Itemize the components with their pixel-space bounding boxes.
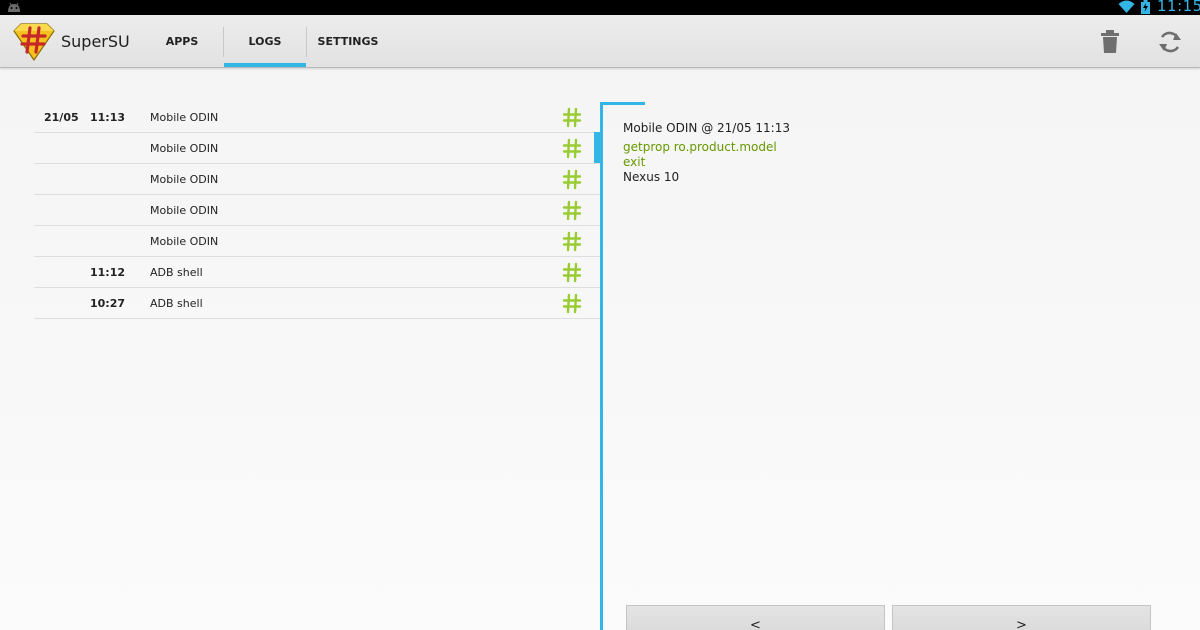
log-time: 11:13	[90, 111, 126, 124]
log-app-name: Mobile ODIN	[150, 235, 219, 248]
log-list: 21/05 11:13 Mobile ODIN Mobile ODIN Mobile O…	[34, 102, 600, 319]
log-row[interactable]: 10:27 ADB shell	[34, 288, 600, 319]
status-bar: 11:15	[0, 0, 1200, 15]
app-title: SuperSU	[61, 32, 130, 51]
superuser-hash-icon	[562, 293, 582, 314]
tab-settings-label: SETTINGS	[317, 35, 379, 48]
detail-command: getprop ro.product.model	[623, 140, 777, 154]
pane-divider-top	[600, 102, 645, 105]
supersu-logo-icon	[13, 23, 55, 61]
superuser-hash-icon	[562, 107, 582, 128]
log-detail: Mobile ODIN @ 21/05 11:13 getprop ro.pro…	[623, 120, 1163, 185]
log-app-name: Mobile ODIN	[150, 204, 219, 217]
log-row[interactable]: 21/05 11:13 Mobile ODIN	[34, 102, 600, 133]
log-app-name: Mobile ODIN	[150, 142, 219, 155]
active-tab-indicator	[224, 63, 306, 67]
log-app-name: Mobile ODIN	[150, 173, 219, 186]
log-time: 10:27	[90, 297, 126, 310]
log-app-name: ADB shell	[150, 297, 203, 310]
trash-icon[interactable]	[1099, 29, 1121, 55]
superuser-hash-icon	[562, 262, 582, 283]
detail-output: Nexus 10	[623, 170, 680, 184]
log-row[interactable]: 11:12 ADB shell	[34, 257, 600, 288]
detail-header: Mobile ODIN @ 21/05 11:13	[623, 121, 790, 135]
tab-apps-label: APPS	[165, 35, 199, 48]
action-bar: SuperSU APPS LOGS SETTINGS	[0, 15, 1200, 68]
superuser-hash-icon	[562, 200, 582, 221]
pane-divider	[600, 102, 603, 630]
supersu-screen: 11:15 SuperSU APPS LOGS SETTINGS 21/05 1…	[0, 0, 1200, 630]
log-app-name: Mobile ODIN	[150, 111, 219, 124]
log-app-name: ADB shell	[150, 266, 203, 279]
previous-button[interactable]: <	[626, 605, 885, 630]
status-time: 11:15	[1157, 0, 1200, 15]
next-button-label: >	[1016, 618, 1027, 630]
log-row[interactable]: Mobile ODIN	[34, 226, 600, 257]
tab-divider	[306, 27, 307, 57]
superuser-hash-icon	[562, 231, 582, 252]
log-row[interactable]: Mobile ODIN	[34, 195, 600, 226]
log-time: 11:12	[90, 266, 126, 279]
tab-settings[interactable]: SETTINGS	[308, 15, 388, 68]
detail-command: exit	[623, 155, 646, 169]
superuser-hash-icon	[562, 138, 582, 159]
refresh-icon[interactable]	[1157, 29, 1183, 55]
log-date: 21/05	[44, 111, 79, 124]
android-icon	[8, 2, 20, 12]
next-button[interactable]: >	[892, 605, 1151, 630]
log-row[interactable]: Mobile ODIN	[34, 164, 600, 195]
superuser-hash-icon	[562, 169, 582, 190]
battery-charging-icon	[1141, 0, 1150, 14]
log-row[interactable]: Mobile ODIN	[34, 133, 600, 164]
tab-logs[interactable]: LOGS	[224, 15, 306, 68]
selected-row-marker	[594, 132, 600, 163]
tab-logs-label: LOGS	[248, 35, 282, 48]
wifi-icon	[1118, 0, 1135, 13]
previous-button-label: <	[750, 618, 761, 630]
tab-apps[interactable]: APPS	[142, 15, 222, 68]
